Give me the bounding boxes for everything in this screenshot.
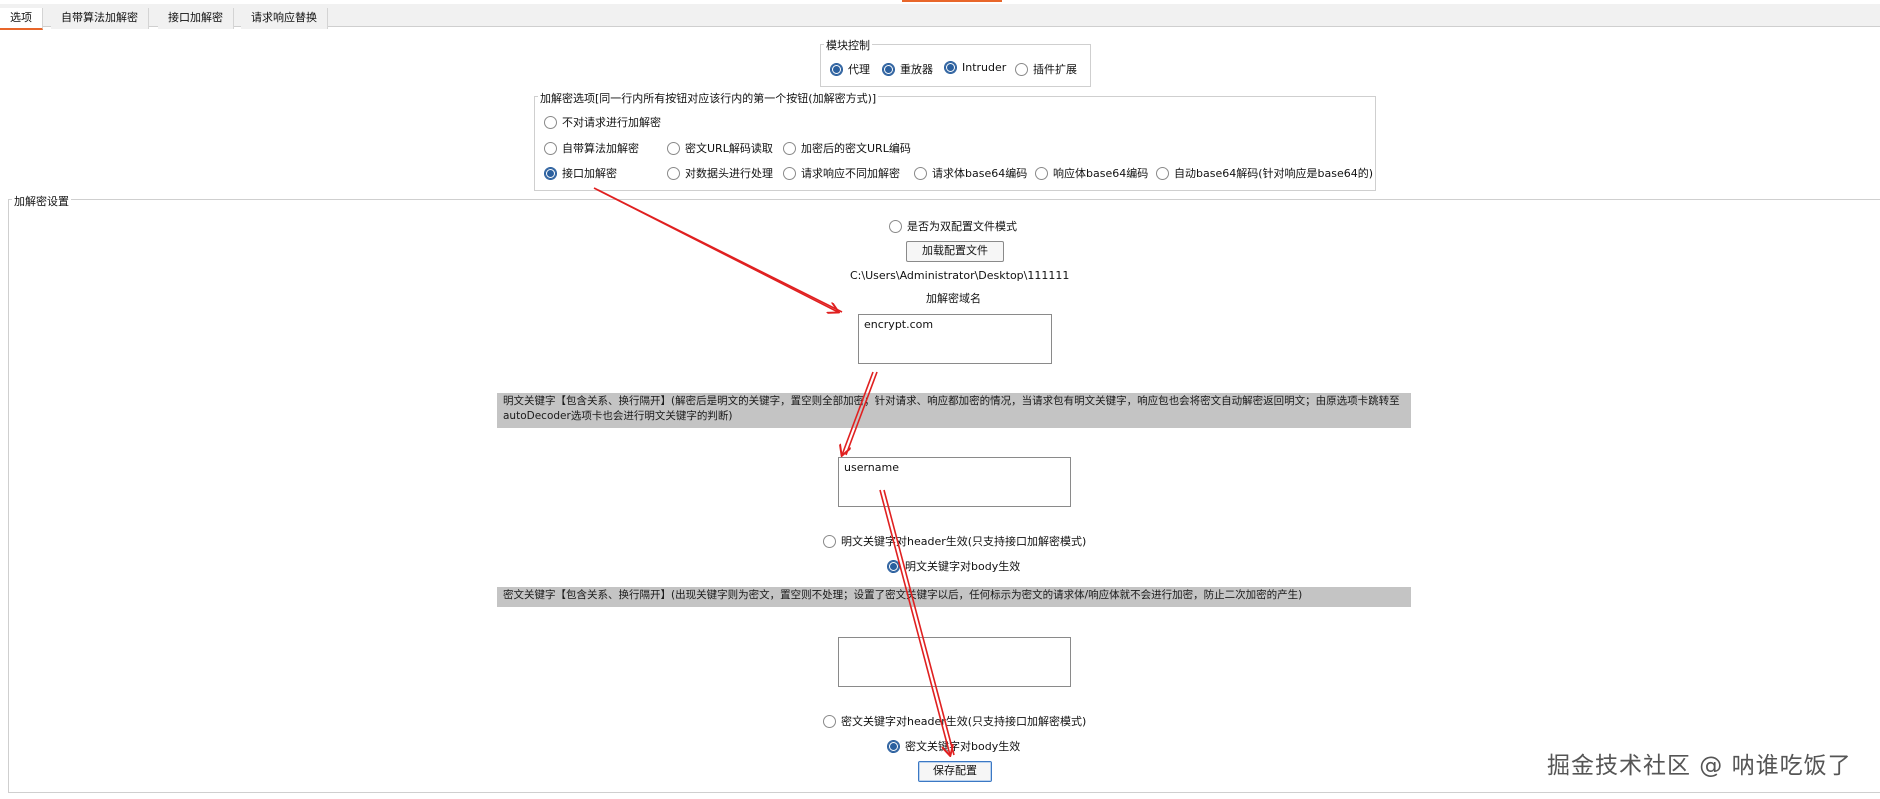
radio-req-base64[interactable]: 请求体base64编码 xyxy=(914,165,1027,181)
radio-label: 接口加解密 xyxy=(562,167,617,180)
module-control-legend: 模块控制 xyxy=(824,37,872,53)
watermark-text: 掘金技术社区 @ 呐谁吃饭了 xyxy=(1547,753,1852,779)
radio-label: 请求响应不同加解密 xyxy=(801,167,900,180)
radio-indicator xyxy=(667,166,680,180)
radio-cipher-header[interactable]: 密文关键字对header生效(只支持接口加解密模式) xyxy=(823,713,1086,729)
tab-request-response-replace[interactable]: 请求响应替换 xyxy=(241,8,328,29)
domain-textarea[interactable]: encrypt.com xyxy=(858,314,1052,364)
radio-label: 插件扩展 xyxy=(1033,63,1077,76)
radio-plain-header[interactable]: 明文关键字对header生效(只支持接口加解密模式) xyxy=(823,533,1086,549)
radio-extensions[interactable]: 插件扩展 xyxy=(1015,61,1077,77)
radio-label: 请求体base64编码 xyxy=(932,167,1028,180)
radio-indicator xyxy=(544,141,557,155)
radio-intruder[interactable]: Intruder xyxy=(944,61,1006,74)
radio-indicator xyxy=(1015,62,1028,76)
radio-indicator-checked xyxy=(882,62,895,76)
radio-plain-body[interactable]: 明文关键字对body生效 xyxy=(887,558,1020,574)
radio-auto-base64-decode[interactable]: 自动base64解码(针对响应是base64的) xyxy=(1156,165,1373,181)
radio-label: Intruder xyxy=(962,61,1007,74)
radio-indicator xyxy=(667,141,680,155)
radio-label: 是否为双配置文件模式 xyxy=(907,220,1017,233)
plain-keyword-textarea[interactable]: username xyxy=(838,457,1071,507)
tab-bar: 选项 自带算法加解密 接口加解密 请求响应替换 xyxy=(0,4,1880,30)
config-path: C:\Users\Administrator\Desktop\111111 xyxy=(850,269,1070,282)
radio-label: 密文URL解码读取 xyxy=(685,142,773,155)
radio-indicator xyxy=(823,534,836,548)
radio-label: 明文关键字对body生效 xyxy=(905,560,1021,573)
radio-cipher-body[interactable]: 密文关键字对body生效 xyxy=(887,738,1020,754)
radio-proxy[interactable]: 代理 xyxy=(830,61,870,77)
radio-indicator xyxy=(823,714,836,728)
radio-indicator-checked xyxy=(830,62,843,76)
window-accent-line xyxy=(902,0,1002,2)
radio-repeater[interactable]: 重放器 xyxy=(882,61,933,77)
radio-indicator xyxy=(783,166,796,180)
radio-api-crypto[interactable]: 接口加解密 xyxy=(544,165,617,181)
radio-cipher-url-decode[interactable]: 密文URL解码读取 xyxy=(667,140,773,156)
radio-different-req-resp[interactable]: 请求响应不同加解密 xyxy=(783,165,900,181)
radio-label: 不对请求进行加解密 xyxy=(562,116,661,129)
radio-resp-base64[interactable]: 响应体base64编码 xyxy=(1035,165,1148,181)
radio-indicator xyxy=(914,166,927,180)
radio-process-headers[interactable]: 对数据头进行处理 xyxy=(667,165,773,181)
cipher-keyword-textarea[interactable] xyxy=(838,637,1071,687)
tab-builtin-crypto[interactable]: 自带算法加解密 xyxy=(51,8,149,29)
domain-label: 加解密域名 xyxy=(926,292,981,305)
settings-legend: 加解密设置 xyxy=(12,193,71,209)
radio-indicator xyxy=(1156,166,1169,180)
radio-label: 自带算法加解密 xyxy=(562,142,639,155)
tab-options[interactable]: 选项 xyxy=(0,8,43,30)
radio-cipher-url-encode[interactable]: 加密后的密文URL编码 xyxy=(783,140,911,156)
crypto-options-legend: 加解密选项[同一行内所有按钮对应该行内的第一个按钮(加解密方式)] xyxy=(538,90,879,106)
radio-no-crypto[interactable]: 不对请求进行加解密 xyxy=(544,114,661,130)
radio-label: 代理 xyxy=(848,63,870,76)
radio-indicator xyxy=(889,219,902,233)
radio-indicator xyxy=(544,115,557,129)
radio-label: 对数据头进行处理 xyxy=(685,167,773,180)
tab-api-crypto[interactable]: 接口加解密 xyxy=(158,8,234,29)
radio-indicator-checked xyxy=(544,166,557,180)
radio-label: 自动base64解码(针对响应是base64的) xyxy=(1174,167,1374,180)
radio-label: 密文关键字对body生效 xyxy=(905,740,1021,753)
plain-keyword-note: 明文关键字【包含关系、换行隔开】(解密后是明文的关键字，置空则全部加密；针对请求… xyxy=(497,393,1411,428)
cipher-keyword-note: 密文关键字【包含关系、换行隔开】(出现关键字则为密文，置空则不处理；设置了密文关… xyxy=(497,587,1411,607)
radio-dual-config[interactable]: 是否为双配置文件模式 xyxy=(889,218,1017,234)
radio-indicator-checked xyxy=(887,559,900,573)
radio-indicator-checked xyxy=(944,61,957,74)
radio-label: 加密后的密文URL编码 xyxy=(801,142,911,155)
radio-indicator-checked xyxy=(887,739,900,753)
radio-label: 重放器 xyxy=(900,63,933,76)
save-config-button[interactable]: 保存配置 xyxy=(918,761,992,782)
radio-label: 明文关键字对header生效(只支持接口加解密模式) xyxy=(841,535,1087,548)
radio-label: 响应体base64编码 xyxy=(1053,167,1149,180)
load-config-button[interactable]: 加载配置文件 xyxy=(906,241,1004,262)
radio-label: 密文关键字对header生效(只支持接口加解密模式) xyxy=(841,715,1087,728)
radio-indicator xyxy=(783,141,796,155)
radio-indicator xyxy=(1035,166,1048,180)
radio-builtin-crypto[interactable]: 自带算法加解密 xyxy=(544,140,639,156)
